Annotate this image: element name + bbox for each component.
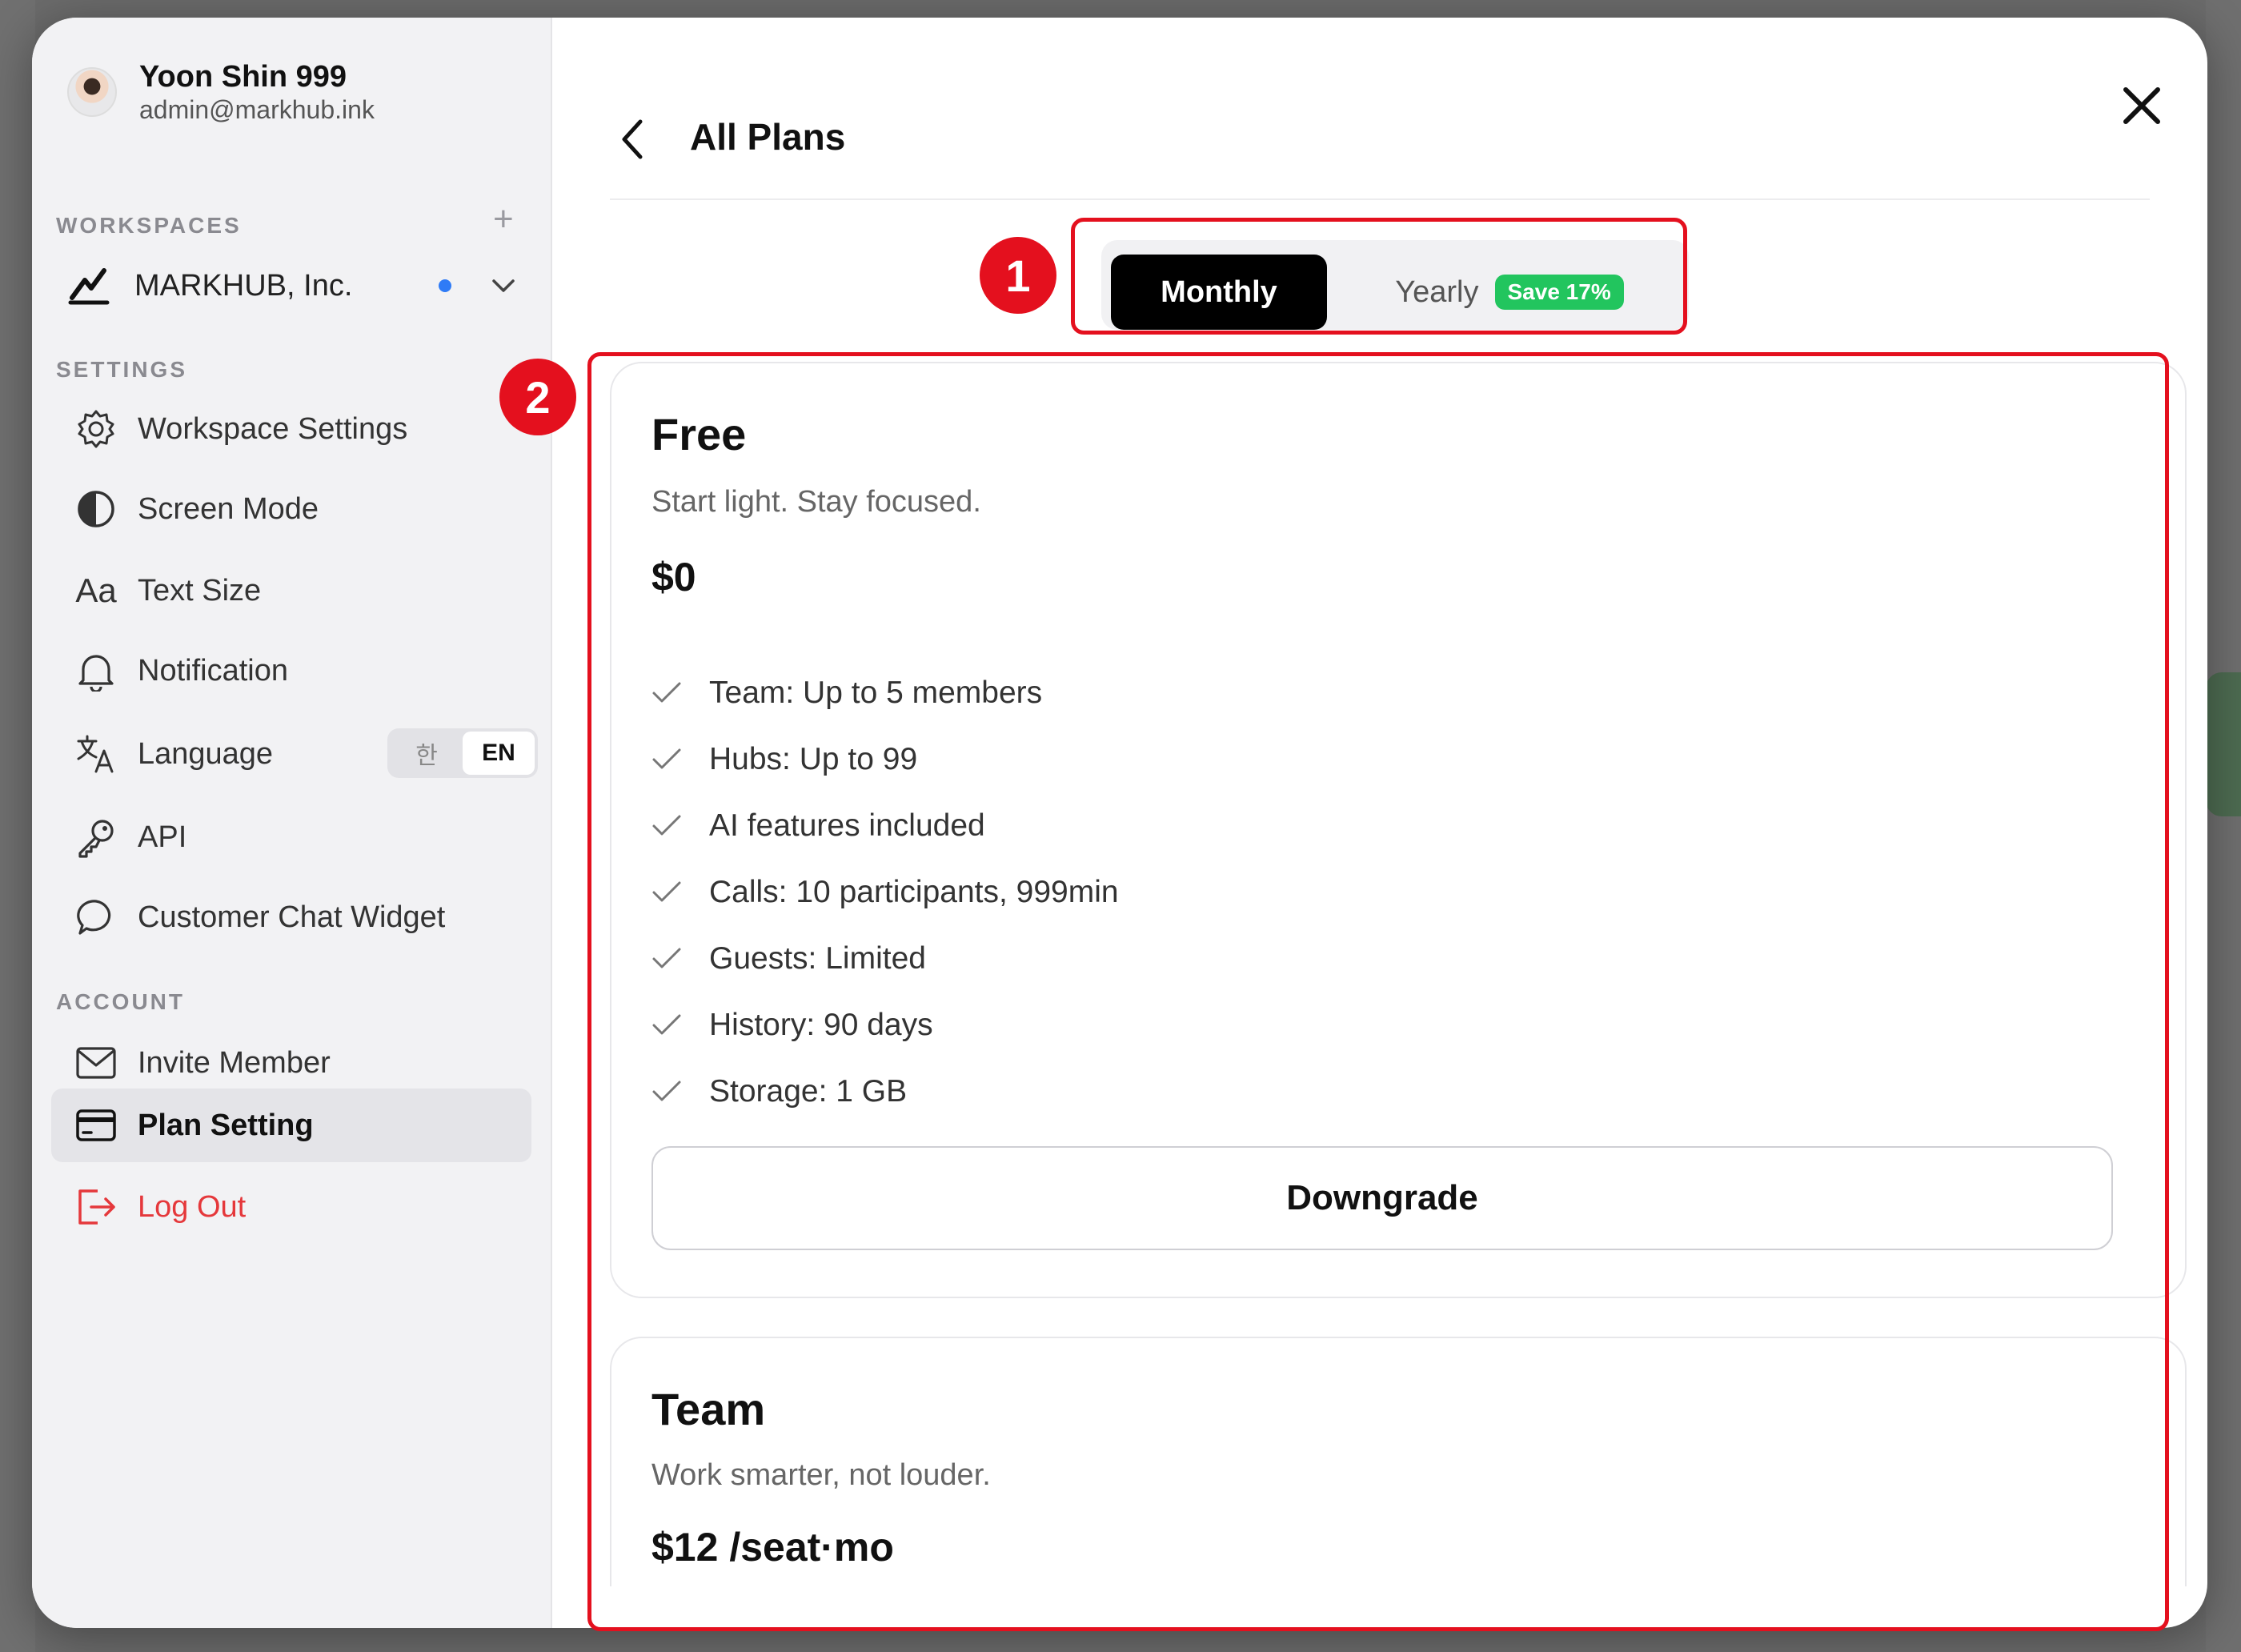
account-section-label: ACCOUNT	[56, 989, 185, 1014]
translate-icon	[74, 732, 118, 776]
credit-card-icon	[74, 1103, 118, 1148]
page-title: All Plans	[690, 116, 846, 158]
language-option-en[interactable]: EN	[463, 732, 535, 775]
profile-email: admin@markhub.ink	[139, 95, 375, 124]
annotation-number-one: 1	[980, 237, 1056, 314]
gear-icon	[74, 407, 118, 451]
chevron-down-icon[interactable]	[491, 278, 515, 294]
sidebar-item-label: Customer Chat Widget	[138, 900, 446, 934]
sidebar-item-screen-mode[interactable]: Screen Mode	[51, 472, 531, 546]
background-right-strip	[2206, 0, 2241, 1652]
sidebar-item-customer-chat-widget[interactable]: Customer Chat Widget	[51, 880, 531, 954]
sidebar-item-label: Workspace Settings	[138, 411, 408, 446]
text-size-icon: Aa	[75, 571, 117, 609]
background-green-shape	[2206, 672, 2241, 816]
sidebar-item-label: Plan Setting	[138, 1108, 314, 1142]
unread-dot	[439, 279, 451, 292]
annotation-number-two: 2	[499, 359, 576, 435]
contrast-icon	[74, 487, 118, 531]
back-arrow-icon[interactable]	[616, 117, 648, 162]
key-icon	[74, 815, 118, 860]
user-profile[interactable]: Yoon Shin 999 admin@markhub.ink	[67, 59, 375, 125]
workspace-name: MARKHUB, Inc.	[134, 268, 353, 303]
logout-icon	[74, 1185, 118, 1229]
sidebar-item-label: Text Size	[138, 573, 262, 607]
workspaces-section-label: WORKSPACES	[56, 213, 242, 238]
mail-icon	[74, 1041, 118, 1085]
sidebar-item-label: Notification	[138, 653, 288, 688]
sidebar-item-label: Language	[138, 736, 274, 771]
sidebar-item-label: Screen Mode	[138, 491, 319, 526]
sidebar-item-text-size[interactable]: Aa Text Size	[51, 554, 531, 628]
sidebar-item-label: Invite Member	[138, 1045, 331, 1080]
sidebar-item-label: Log Out	[138, 1189, 247, 1224]
sidebar-item-plan-setting[interactable]: Plan Setting	[51, 1089, 531, 1162]
sidebar-item-api[interactable]: API	[51, 800, 531, 874]
workspace-selector[interactable]: MARKHUB, Inc.	[67, 266, 515, 306]
settings-section-label: SETTINGS	[56, 357, 188, 382]
background-left-strip	[0, 0, 35, 1652]
chat-bubble-icon	[74, 895, 118, 940]
add-workspace-button[interactable]: +	[493, 202, 514, 237]
profile-name: Yoon Shin 999	[139, 60, 347, 94]
close-icon[interactable]	[2121, 85, 2163, 126]
settings-sidebar: Yoon Shin 999 admin@markhub.ink WORKSPAC…	[32, 18, 552, 1628]
sidebar-item-label: API	[138, 820, 187, 854]
sidebar-item-workspace-settings[interactable]: Workspace Settings	[51, 392, 531, 466]
language-option-ko[interactable]: 한	[391, 732, 463, 775]
markhub-logo-icon	[68, 268, 110, 305]
sidebar-item-log-out[interactable]: Log Out	[51, 1170, 531, 1244]
sidebar-item-notification[interactable]: Notification	[51, 634, 531, 708]
header-divider	[610, 198, 2150, 200]
avatar	[67, 67, 117, 117]
annotation-box-billing-toggle	[1071, 218, 1687, 335]
bell-icon	[74, 648, 118, 693]
language-toggle[interactable]: 한 EN	[387, 728, 538, 778]
annotation-box-plan-list	[587, 352, 2169, 1631]
